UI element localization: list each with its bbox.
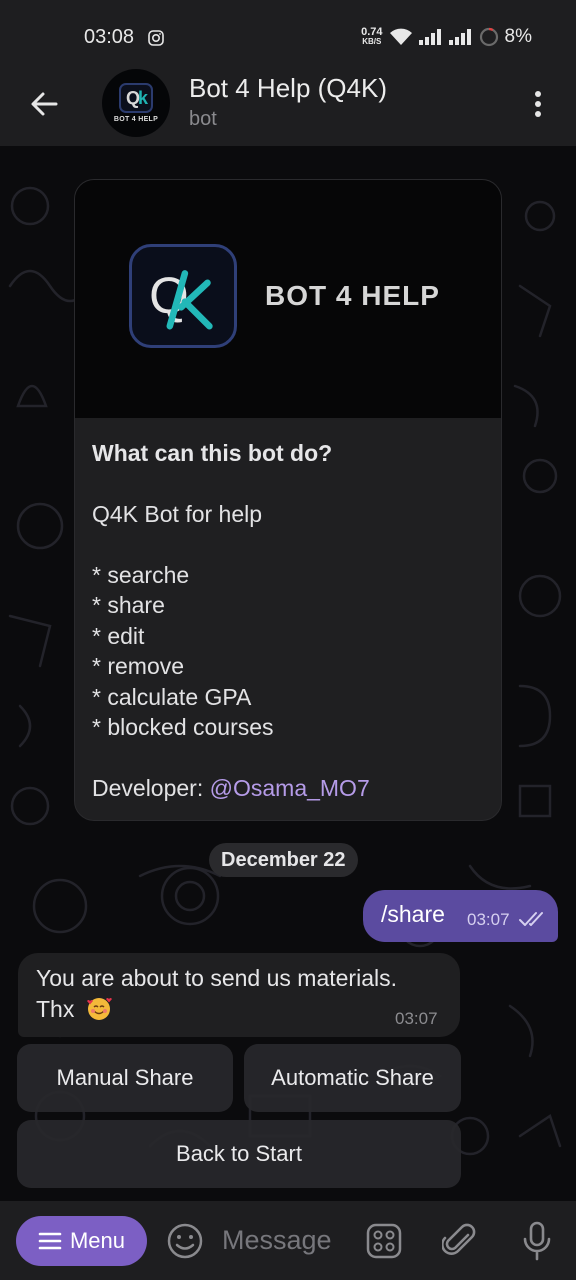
feature-item: * share [92, 592, 165, 618]
developer-line: Developer: @Osama_MO7 [92, 775, 370, 802]
status-time: 03:08 [84, 26, 135, 48]
feature-item: * remove [92, 653, 185, 679]
network-speed-value: 0.74 [361, 26, 383, 38]
q4k-logo-icon: Q [129, 244, 237, 348]
feature-item: * calculate GPA [92, 684, 252, 710]
battery-ring-icon [479, 27, 498, 47]
incoming-message-line-2-text: Thx [36, 996, 75, 1022]
bot-intro-image: Q BOT 4 HELP [75, 180, 501, 418]
status-indicators: 0.74 KB/S 8% [361, 26, 532, 48]
smiling-face-with-hearts-emoji-icon [86, 998, 112, 1020]
attach-paperclip-icon[interactable] [442, 1221, 478, 1261]
bot-intro-card: Q BOT 4 HELP What can this bot do? Q4K B… [74, 179, 502, 821]
intro-heading: What can this bot do? [92, 440, 333, 466]
feature-item: * searche [92, 562, 190, 588]
back-to-start-button[interactable]: Back to Start [17, 1120, 461, 1188]
emoji-picker-icon[interactable] [165, 1221, 205, 1261]
outgoing-message-text: /share [381, 901, 445, 927]
network-speed-unit: KB/S [362, 37, 382, 46]
feature-item: * blocked courses [92, 714, 274, 740]
chat-area[interactable]: Q BOT 4 HELP What can this bot do? Q4K B… [0, 146, 576, 1201]
bot-menu-button[interactable]: Menu [16, 1216, 147, 1266]
network-speed: 0.74 KB/S [361, 27, 382, 47]
bot-avatar[interactable]: Qk BOT 4 HELP [102, 69, 170, 137]
battery-percent: 8% [504, 26, 532, 47]
automatic-share-button[interactable]: Automatic Share [244, 1044, 461, 1112]
chat-subtitle: bot [189, 108, 217, 130]
outgoing-message-time: 03:07 [467, 910, 510, 929]
incoming-message-line-1: You are about to send us materials. [36, 965, 397, 991]
intro-description: Q4K Bot for help [92, 501, 263, 527]
menu-button-label: Menu [69, 1228, 126, 1253]
microphone-icon[interactable] [522, 1221, 552, 1261]
signal-1-icon [418, 29, 441, 45]
message-input[interactable]: Message [222, 1225, 332, 1256]
chat-title[interactable]: Bot 4 Help (Q4K) [189, 73, 387, 104]
incoming-message-line-2: Thx [36, 995, 113, 1023]
instagram-notification-icon [148, 30, 164, 46]
incoming-message-time: 03:07 [395, 1009, 438, 1028]
back-arrow-icon[interactable] [28, 88, 60, 120]
signal-2-icon [448, 29, 471, 45]
double-check-icon [519, 912, 543, 926]
status-bar: 03:08 0.74 KB/S 8% [0, 0, 576, 64]
developer-label: Developer: [92, 775, 210, 801]
message-input-bar: Menu Message [0, 1201, 576, 1280]
more-options-icon[interactable] [528, 88, 548, 120]
incoming-message[interactable]: You are about to send us materials. Thx … [18, 953, 460, 1037]
manual-share-button[interactable]: Manual Share [17, 1044, 233, 1112]
q4k-logo-icon: Qk [119, 83, 153, 113]
date-separator: December 22 [209, 843, 358, 877]
chat-header: Qk BOT 4 HELP Bot 4 Help (Q4K) bot [0, 64, 576, 146]
avatar-caption: BOT 4 HELP [113, 116, 159, 123]
bot-wordmark: BOT 4 HELP [265, 280, 440, 311]
wifi-icon [389, 28, 412, 45]
developer-link[interactable]: @Osama_MO7 [210, 775, 370, 801]
outgoing-message[interactable]: /share 03:07 [363, 890, 558, 942]
feature-item: * edit [92, 623, 145, 649]
bot-commands-icon[interactable] [366, 1223, 402, 1259]
menu-lines-icon [38, 1232, 62, 1250]
